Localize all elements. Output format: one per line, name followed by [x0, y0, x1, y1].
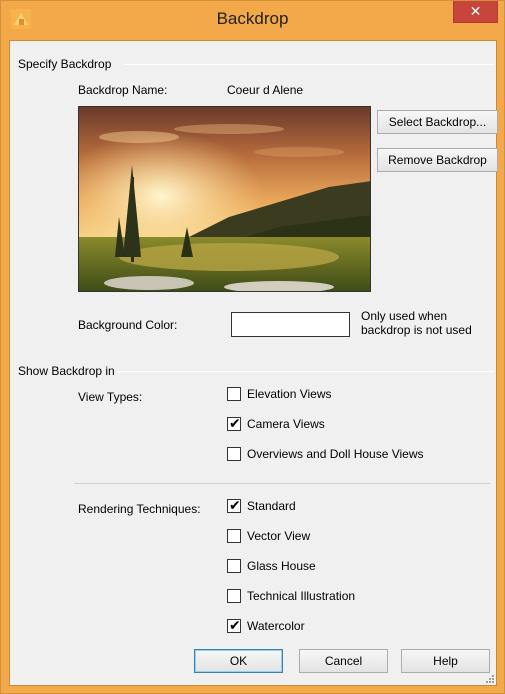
checkbox-box[interactable] — [227, 529, 241, 543]
backdrop-name-value: Coeur d Alene — [227, 83, 304, 97]
bg-note-line2: backdrop is not used — [361, 323, 472, 337]
background-color-label: Background Color: — [78, 318, 178, 332]
backdrop-name-label: Backdrop Name: — [78, 83, 168, 97]
bg-note-line1: Only used when — [361, 309, 448, 323]
show-backdrop-heading: Show Backdrop in — [18, 364, 115, 378]
cancel-button[interactable]: Cancel — [299, 649, 388, 673]
help-button[interactable]: Help — [401, 649, 490, 673]
check-icon: ✔ — [229, 415, 241, 431]
checkbox-label: Vector View — [247, 529, 311, 543]
checkbox-label: Camera Views — [247, 417, 325, 431]
group-divider — [118, 371, 494, 372]
dialog-client: Specify Backdrop Backdrop Name: Coeur d … — [9, 40, 498, 686]
remove-backdrop-button[interactable]: Remove Backdrop — [377, 148, 498, 172]
close-button[interactable]: ✕ — [453, 1, 498, 23]
section-separator — [74, 483, 490, 484]
checkbox-box[interactable]: ✔ — [227, 415, 241, 431]
checkbox-label: Glass House — [247, 559, 316, 573]
checkbox-label: Elevation Views — [247, 387, 332, 401]
background-color-swatch[interactable] — [231, 312, 350, 337]
window-title: Backdrop — [216, 9, 289, 28]
checkbox-label: Watercolor — [247, 619, 305, 633]
select-backdrop-button[interactable]: Select Backdrop... — [377, 110, 498, 134]
ok-button[interactable]: OK — [194, 649, 283, 673]
backdrop-dialog: Backdrop ✕ Specify Backdrop Backdrop Nam… — [0, 0, 505, 694]
checkbox-label: Technical Illustration — [247, 589, 356, 603]
resize-grip-icon[interactable] — [484, 673, 494, 683]
checkbox-label: Overviews and Doll House Views — [247, 447, 424, 461]
backdrop-preview-image — [78, 106, 371, 292]
close-icon: ✕ — [469, 3, 482, 19]
check-icon: ✔ — [229, 497, 241, 513]
checkbox-label: Standard — [247, 499, 296, 513]
checkbox-box[interactable] — [227, 387, 241, 401]
checkbox-box[interactable] — [227, 589, 241, 603]
title-bar[interactable]: Backdrop ✕ — [1, 1, 504, 40]
specify-backdrop-heading: Specify Backdrop — [18, 57, 112, 71]
checkbox-box[interactable]: ✔ — [227, 617, 241, 633]
sunset-golf-landscape — [79, 107, 370, 291]
checkbox-box[interactable] — [227, 559, 241, 573]
group-divider — [124, 64, 494, 65]
check-icon: ✔ — [229, 617, 241, 633]
view-types-label: View Types: — [78, 390, 143, 404]
checkbox-box[interactable] — [227, 447, 241, 461]
background-color-note: Only used when backdrop is not used — [361, 309, 472, 337]
checkbox-box[interactable]: ✔ — [227, 497, 241, 513]
rendering-techniques-label: Rendering Techniques: — [78, 502, 201, 516]
